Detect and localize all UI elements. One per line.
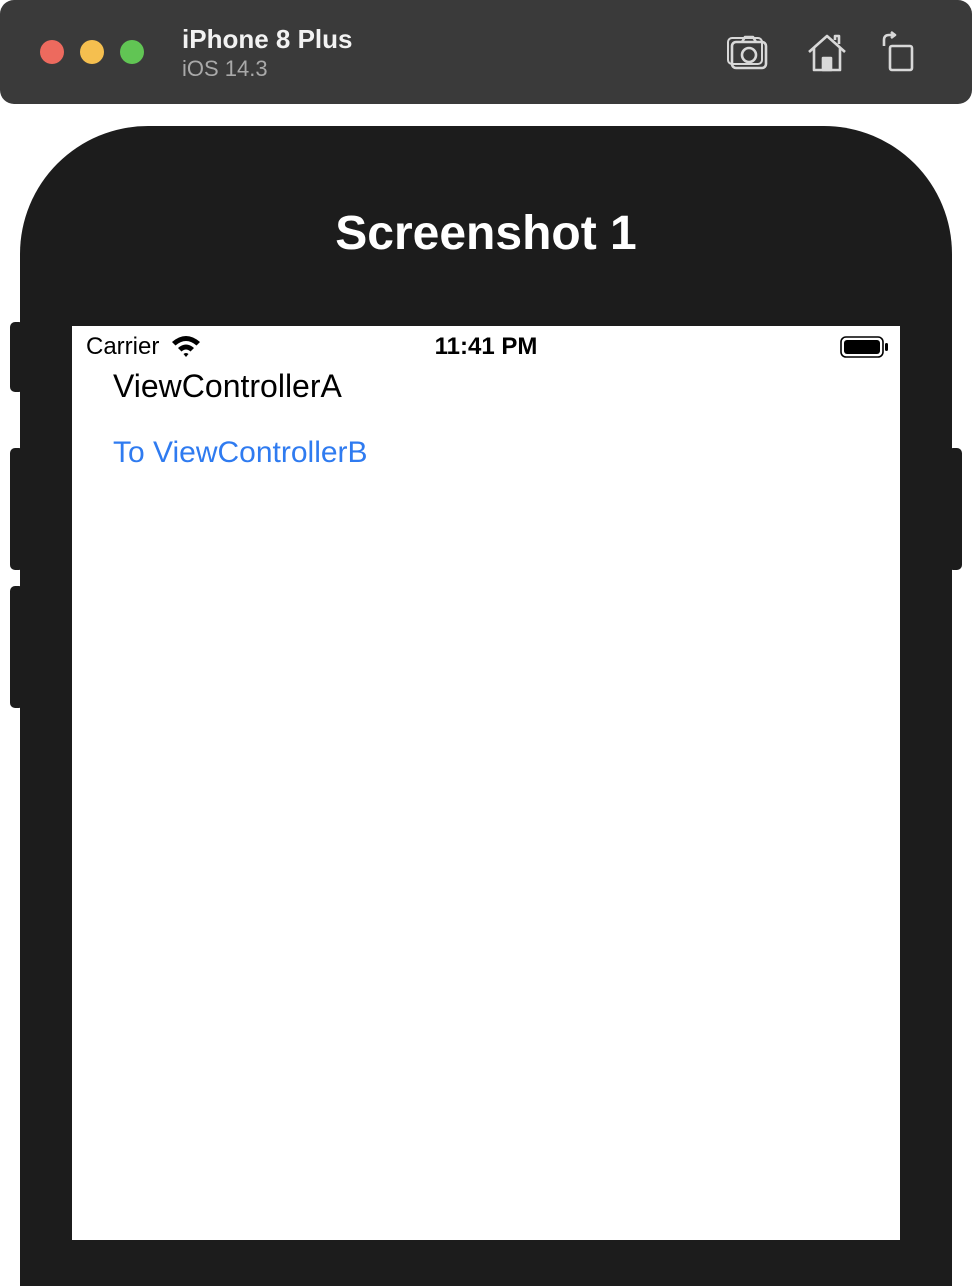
simulator-titlebar: iPhone 8 Plus iOS 14.3 xyxy=(0,0,972,104)
home-icon[interactable] xyxy=(804,30,850,76)
close-window-button[interactable] xyxy=(40,40,64,64)
maximize-window-button[interactable] xyxy=(120,40,144,64)
device-screen: Carrier 11:41 PM ViewControllerA To View… xyxy=(72,326,900,1240)
to-view-controller-b-button[interactable]: To ViewControllerB xyxy=(113,436,368,470)
screenshot-icon[interactable] xyxy=(726,30,772,76)
device-os-version: iOS 14.3 xyxy=(182,56,268,81)
battery-icon xyxy=(840,336,888,358)
minimize-window-button[interactable] xyxy=(80,40,104,64)
screenshot-title: Screenshot 1 xyxy=(335,207,637,260)
device-name: iPhone 8 Plus xyxy=(182,24,353,54)
view-controller-title: ViewControllerA xyxy=(113,368,342,404)
status-time: 11:41 PM xyxy=(434,333,538,360)
rotate-icon[interactable] xyxy=(878,30,924,76)
